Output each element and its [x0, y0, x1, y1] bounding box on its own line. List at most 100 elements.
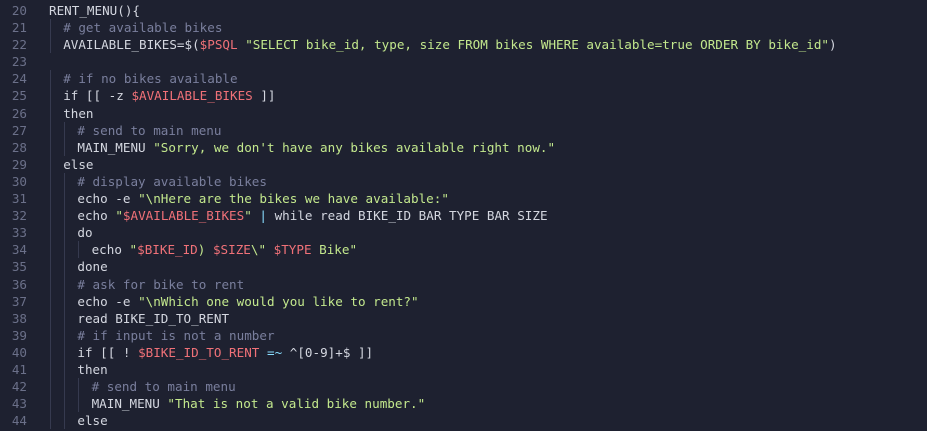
code-line[interactable]: 22 AVAILABLE_BIKES=$($PSQL "SELECT bike_i…: [0, 36, 927, 54]
code-line[interactable]: 35 done: [0, 258, 927, 276]
code-text[interactable]: then: [77, 361, 107, 378]
line-number: 29: [11, 156, 27, 172]
code-token-comment: # display available bikes: [77, 173, 267, 189]
code-text[interactable]: echo "$AVAILABLE_BIKES" | while read BIK…: [77, 207, 547, 224]
indent-guide: [50, 275, 51, 293]
code-text[interactable]: echo -e "\nHere are the bikes we have av…: [77, 190, 449, 207]
indent-guide: [64, 309, 66, 327]
code-line[interactable]: 30 # display available bikes: [0, 172, 927, 191]
code-line[interactable]: 26 then: [0, 104, 927, 122]
indent-guide: [50, 395, 51, 413]
code-text[interactable]: do: [77, 224, 92, 241]
code-line[interactable]: 25 if [[ -z $AVAILABLE_BIKES ]]: [0, 87, 927, 105]
code-text[interactable]: read BIKE_ID_TO_RENT: [77, 310, 229, 327]
indent-guide: [78, 395, 80, 413]
indent-guide: [50, 309, 51, 327]
code-line[interactable]: 29 else: [0, 155, 927, 173]
code-line[interactable]: 20 RENT_MENU(){: [0, 2, 927, 19]
line-number: 44: [11, 413, 27, 429]
code-line[interactable]: 31 echo -e "\nHere are the bikes we have …: [0, 190, 927, 208]
indent-guide: [50, 326, 51, 344]
code-token-string: "That is not a valid bike number.": [167, 396, 426, 412]
code-editor[interactable]: 20 RENT_MENU(){21 # get available bikes 22 A…: [0, 0, 927, 431]
code-lines[interactable]: 20 RENT_MENU(){21 # get available bikes 22 A…: [0, 2, 927, 430]
code-text[interactable]: then: [63, 105, 93, 122]
code-line[interactable]: 34 echo "$BIKE_ID) $SIZE\" $TYPE Bike": [0, 241, 927, 259]
code-line[interactable]: 28 MAIN_MENU "Sorry, we don't have any bi…: [0, 138, 927, 156]
code-line[interactable]: 36 # ask for bike to rent: [0, 275, 927, 293]
code-line[interactable]: 40 if [[ ! $BIKE_ID_TO_RENT =~ ^[0-9]+$ ]…: [0, 343, 927, 361]
code-line[interactable]: 39 # if input is not a number: [0, 326, 927, 344]
code-line[interactable]: 44 else: [0, 412, 927, 430]
code-line[interactable]: 41 then: [0, 360, 927, 379]
code-text[interactable]: echo -e "\nWhich one would you like to r…: [77, 293, 418, 310]
code-text[interactable]: # get available bikes: [63, 19, 222, 36]
code-text[interactable]: # ask for bike to rent: [77, 276, 244, 293]
line-number: 27: [11, 122, 27, 138]
code-line[interactable]: 37 echo -e "\nWhich one would you like to…: [0, 292, 927, 310]
code-text[interactable]: done: [77, 258, 107, 275]
line-number: 35: [11, 259, 27, 275]
code-line[interactable]: 42 # send to main menu: [0, 378, 927, 396]
indent-guide: [78, 378, 80, 396]
code-token-plain: MAIN_MENU: [91, 396, 168, 412]
code-line[interactable]: 24 # if no bikes available: [0, 70, 927, 88]
code-token-plain: else: [77, 413, 108, 429]
code-text[interactable]: MAIN_MENU "That is not a valid bike numb…: [92, 395, 426, 412]
code-text[interactable]: else: [77, 412, 107, 429]
indent-guide: [64, 207, 66, 225]
line-number: 28: [11, 139, 27, 155]
code-token-string: \": [250, 242, 274, 258]
code-token-string: "Sorry, we don't have any bikes availabl…: [153, 139, 556, 155]
code-text[interactable]: # if no bikes available: [63, 70, 237, 87]
code-token-string: Bike": [311, 242, 358, 258]
code-text[interactable]: AVAILABLE_BIKES=$($PSQL "SELECT bike_id,…: [63, 36, 836, 53]
code-token-var: $TYPE: [273, 242, 312, 258]
code-token-plain: else: [63, 156, 94, 172]
code-token-comment: # ask for bike to rent: [77, 276, 245, 292]
code-token-comment: # if no bikes available: [63, 71, 238, 87]
line-number: 34: [11, 242, 27, 258]
code-text[interactable]: # send to main menu: [77, 122, 221, 139]
code-token-plain: if [[ -z: [63, 88, 132, 104]
code-token-plain: ): [829, 37, 837, 53]
code-text[interactable]: # send to main menu: [92, 378, 236, 395]
code-token-plain: ^[0-9]+$ ]]: [282, 344, 374, 360]
code-text[interactable]: # display available bikes: [77, 173, 267, 190]
line-number: 38: [11, 310, 27, 326]
code-line[interactable]: 32 echo "$AVAILABLE_BIKES" | while read B…: [0, 207, 927, 225]
indent-guide: [50, 258, 51, 276]
code-text[interactable]: MAIN_MENU "Sorry, we don't have any bike…: [77, 139, 555, 156]
indent-guide: [50, 138, 51, 156]
code-line[interactable]: 38 read BIKE_ID_TO_RENT: [0, 309, 927, 327]
indent-guide: [50, 241, 51, 259]
code-line[interactable]: 21 # get available bikes: [0, 19, 927, 37]
code-line[interactable]: 23: [0, 53, 927, 70]
line-number: 43: [11, 396, 27, 412]
code-line[interactable]: 27 # send to main menu: [0, 121, 927, 139]
line-number: 41: [11, 361, 27, 377]
indent-guide: [64, 258, 66, 276]
code-token-plain: then: [77, 361, 108, 377]
code-line[interactable]: 33 do: [0, 224, 927, 242]
indent-guide: [64, 378, 66, 396]
code-text[interactable]: RENT_MENU(){: [49, 2, 140, 19]
indent-guide: [50, 172, 51, 191]
indent-guide: [50, 224, 51, 242]
code-token-string: ": [129, 242, 138, 258]
line-number: 20: [11, 3, 27, 18]
code-token-plain: while read BIKE_ID BAR TYPE BAR SIZE: [267, 208, 548, 224]
code-text[interactable]: if [[ ! $BIKE_ID_TO_RENT =~ ^[0-9]+$ ]]: [77, 344, 373, 361]
code-line[interactable]: 43 MAIN_MENU "That is not a valid bike nu…: [0, 395, 927, 413]
line-number: 33: [11, 225, 27, 241]
indent-guide: [50, 190, 51, 208]
code-text[interactable]: else: [63, 156, 93, 173]
code-text[interactable]: if [[ -z $AVAILABLE_BIKES ]]: [63, 87, 275, 104]
indent-guide: [50, 121, 51, 139]
code-text[interactable]: # if input is not a number: [77, 327, 274, 344]
code-token-string: "\nHere are the bikes we have available:…: [138, 191, 449, 207]
code-text[interactable]: echo "$BIKE_ID) $SIZE\" $TYPE Bike": [92, 241, 357, 258]
line-number: 26: [11, 105, 27, 121]
indent-guide: [50, 19, 51, 37]
